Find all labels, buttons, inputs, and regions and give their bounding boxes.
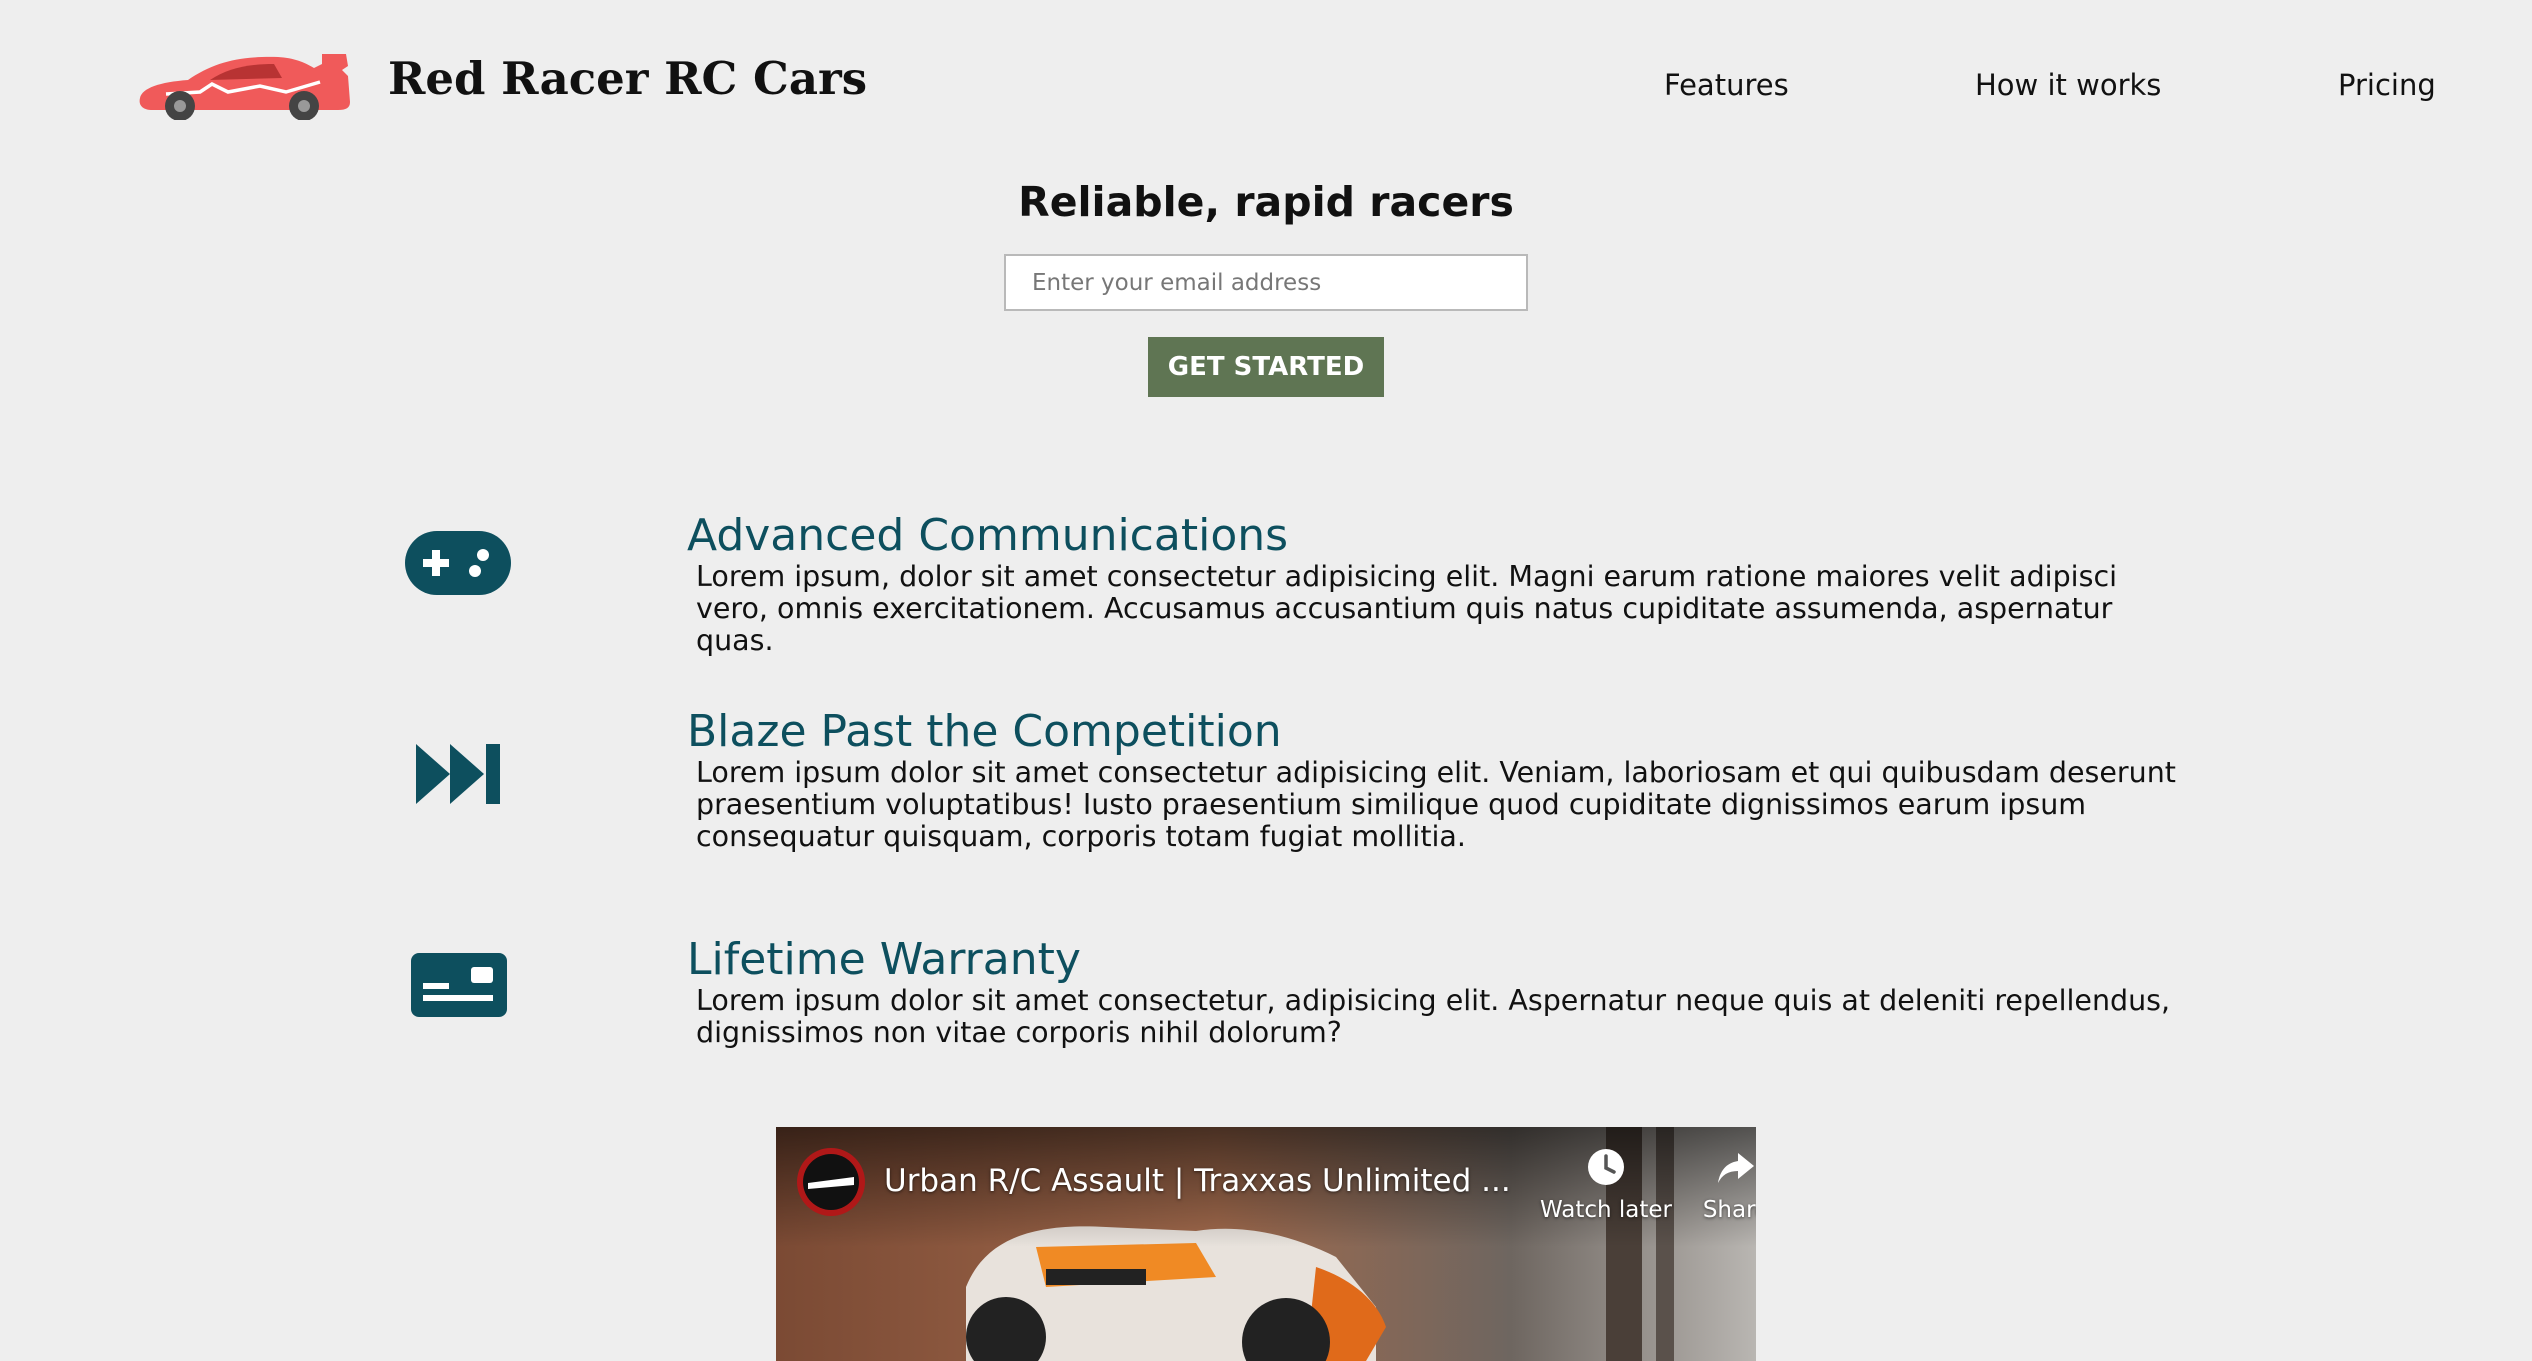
feature-description: Lorem ipsum dolor sit amet consectetur a…	[696, 756, 2176, 853]
clock-icon	[1588, 1149, 1624, 1185]
nav-link-features[interactable]: Features	[1664, 68, 1789, 102]
nav-link-pricing[interactable]: Pricing	[2338, 68, 2436, 102]
get-started-button[interactable]: GET STARTED	[1148, 337, 1384, 397]
id-card-icon	[411, 953, 507, 1017]
gamepad-icon	[405, 531, 511, 595]
channel-logo-icon[interactable]	[796, 1147, 866, 1217]
feature-title: Advanced Communications	[687, 510, 1289, 561]
share-label: Share	[1702, 1197, 1756, 1223]
feature-title: Lifetime Warranty	[687, 934, 1081, 985]
hero-title: Reliable, rapid racers	[1018, 178, 1514, 226]
email-input[interactable]	[1004, 254, 1528, 311]
site-header: Red Racer RC Cars Features How it works …	[0, 0, 2532, 170]
brand-title: Red Racer RC Cars	[388, 52, 868, 105]
share-button[interactable]: Share	[1666, 1147, 1756, 1223]
feature-title: Blaze Past the Competition	[687, 706, 1282, 757]
watch-later-label: Watch later	[1539, 1197, 1673, 1223]
nav-link-how-it-works[interactable]: How it works	[1975, 68, 2161, 102]
race-car-icon[interactable]	[136, 52, 351, 120]
video-title[interactable]: Urban R/C Assault | Traxxas Unlimited ..…	[884, 1163, 1511, 1199]
feature-description: Lorem ipsum dolor sit amet consectetur, …	[696, 984, 2171, 1049]
feature-description: Lorem ipsum, dolor sit amet consectetur …	[696, 560, 2118, 657]
share-arrow-icon	[1718, 1153, 1754, 1183]
watch-later-button[interactable]: Watch later	[1536, 1147, 1676, 1223]
video-embed[interactable]: Urban R/C Assault | Traxxas Unlimited ..…	[776, 1127, 1756, 1361]
fast-forward-icon	[416, 744, 500, 804]
